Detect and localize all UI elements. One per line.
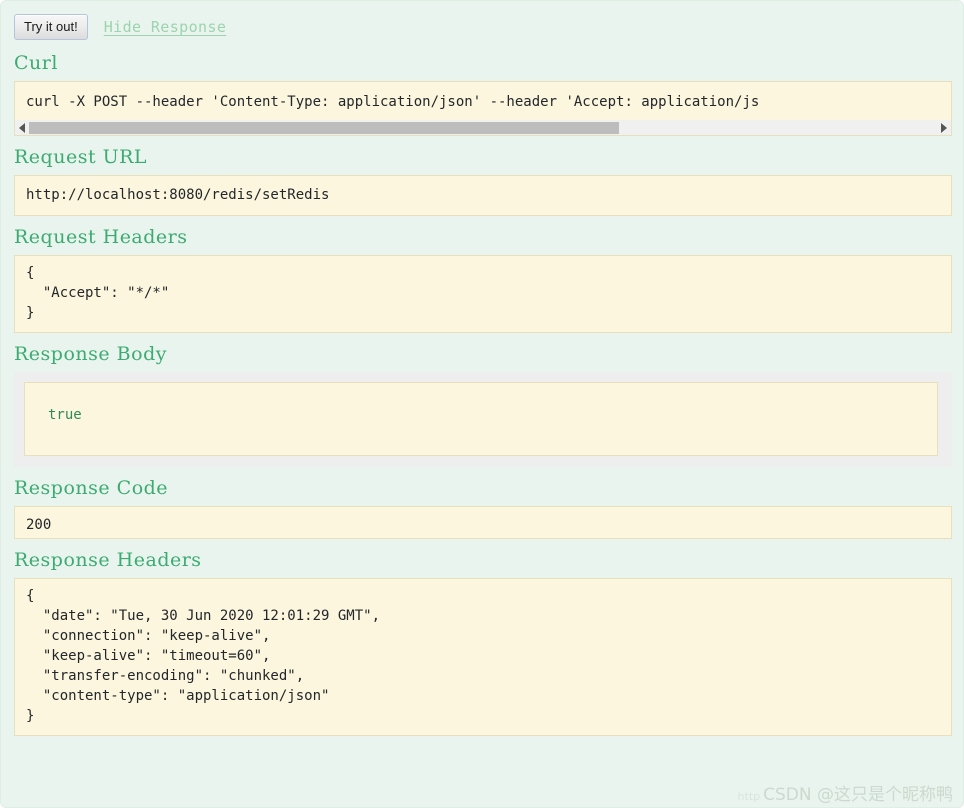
request-url-value: http://localhost:8080/redis/setRedis xyxy=(14,175,952,216)
scroll-thumb[interactable] xyxy=(29,122,619,134)
hide-response-link[interactable]: Hide Response xyxy=(104,18,227,36)
response-headers-value: { "date": "Tue, 30 Jun 2020 12:01:29 GMT… xyxy=(14,578,952,736)
scroll-left-arrow-icon[interactable] xyxy=(19,123,25,133)
curl-title: Curl xyxy=(14,52,58,74)
request-headers-title: Request Headers xyxy=(14,226,188,248)
panel-content: Try it out! Hide Response Curl curl -X P… xyxy=(1,1,963,736)
response-code-value: 200 xyxy=(14,506,952,539)
request-url-title: Request URL xyxy=(14,146,148,168)
response-headers-title: Response Headers xyxy=(14,549,202,571)
watermark: http CSDN @这只是个昵称鸭 xyxy=(738,780,953,805)
response-body-wrapper: true xyxy=(14,372,952,467)
watermark-url: http xyxy=(737,790,761,803)
curl-command: curl -X POST --header 'Content-Type: app… xyxy=(14,81,952,120)
scroll-right-arrow-icon[interactable] xyxy=(941,123,947,133)
response-body-value: true xyxy=(24,382,938,456)
watermark-text: CSDN @这只是个昵称鸭 xyxy=(763,785,953,805)
response-body-title: Response Body xyxy=(14,343,167,365)
action-row: Try it out! Hide Response xyxy=(14,12,963,42)
curl-horizontal-scrollbar[interactable] xyxy=(14,120,952,136)
response-code-title: Response Code xyxy=(14,477,169,499)
try-it-out-button[interactable]: Try it out! xyxy=(14,14,88,40)
swagger-response-panel: Try it out! Hide Response Curl curl -X P… xyxy=(0,0,964,808)
request-headers-value: { "Accept": "*/*" } xyxy=(14,255,952,333)
